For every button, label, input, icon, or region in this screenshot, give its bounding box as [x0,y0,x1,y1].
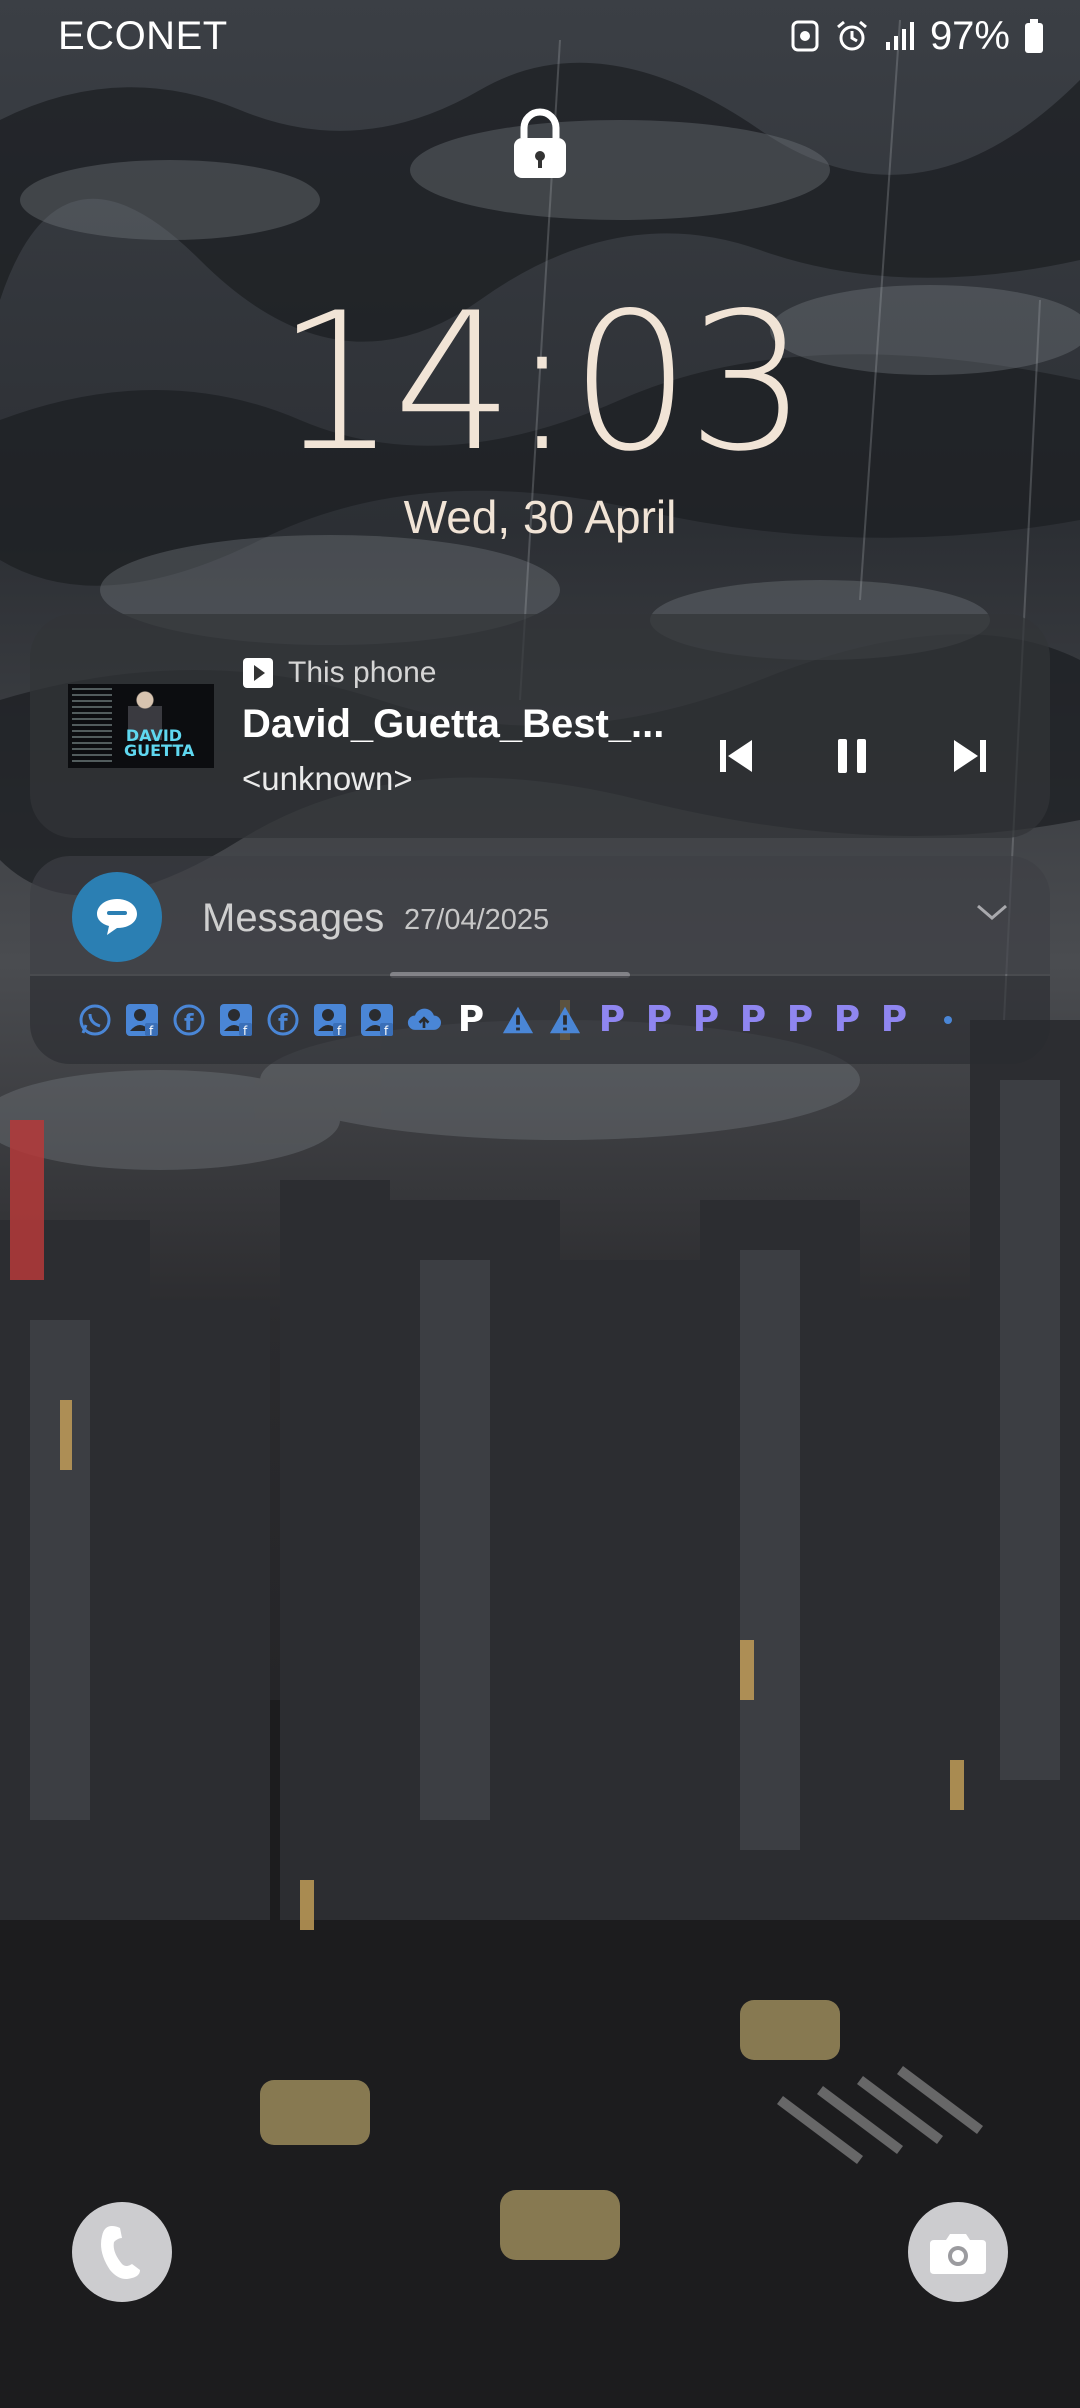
track-title: David_Guetta_Best_... [242,702,665,746]
album-art: DAVID GUETTA [68,684,214,768]
camera-icon [930,2234,986,2274]
status-icons: 97% [790,14,1044,58]
battery-icon [1025,19,1043,53]
lock-screen-notif-icon [791,20,819,52]
camera-shortcut-button[interactable] [908,2202,1008,2302]
alarm-icon [836,20,867,51]
cloud-icon [407,1003,441,1037]
p-app-icon: P [786,999,814,1040]
phone-shortcut-button[interactable] [72,2202,172,2302]
notification-icons-row[interactable]: f f f f f f P P P P P P P P [30,976,1050,1064]
facebook-contact-icon: f [125,1003,159,1037]
lockscreen-clock: 14:03 [276,272,808,493]
city-skyline-decoration [0,1000,1080,2408]
p-app-icon: P [645,999,673,1040]
facebook-icon: f [172,1003,206,1037]
pause-icon[interactable] [826,730,878,782]
album-art-text: DAVID GUETTA [124,726,195,760]
play-source-icon [243,658,273,688]
track-artist: <unknown> [242,760,413,797]
p-app-icon: P [692,999,720,1040]
messages-app-icon [72,872,162,962]
warning-icon [501,1003,535,1037]
p-app-icon: P [457,999,485,1040]
previous-icon[interactable] [710,730,762,782]
p-app-icon: P [833,999,861,1040]
media-player-card[interactable]: DAVID GUETTA This phone David_Guetta_Bes… [30,614,1050,838]
messages-app-name: Messages [202,896,385,940]
facebook-contact-icon: f [313,1003,347,1037]
signal-icon [885,22,914,50]
media-source[interactable]: This phone [242,656,436,690]
svg-text:f: f [184,1011,194,1036]
more-dot-icon [944,1016,952,1024]
phone-icon [101,2226,140,2279]
p-app-icon: P [598,999,626,1040]
whatsapp-icon [78,1003,112,1037]
album-tracklist-decoration [72,688,112,764]
facebook-contact-icon: f [360,1003,394,1037]
battery-percent: 97% [929,13,1010,58]
carrier-name: ECONET [58,14,228,58]
chat-bubble-icon [97,899,137,935]
lockscreen-date: Wed, 30 April [403,491,677,543]
p-app-icon: P [880,999,908,1040]
chevron-down-icon[interactable] [974,900,1010,924]
messages-notification[interactable]: Messages 27/04/2025 [30,856,1050,974]
padlock-icon[interactable] [510,108,570,180]
facebook-icon: f [266,1003,300,1037]
warning-icon [548,1003,582,1037]
next-icon[interactable] [944,730,996,782]
media-source-label: This phone [288,656,437,689]
p-app-icon: P [739,999,767,1040]
messages-date: 27/04/2025 [404,904,550,936]
svg-text:f: f [278,1011,288,1036]
status-bar: ECONET 97% [0,0,1080,72]
facebook-contact-icon: f [219,1003,253,1037]
